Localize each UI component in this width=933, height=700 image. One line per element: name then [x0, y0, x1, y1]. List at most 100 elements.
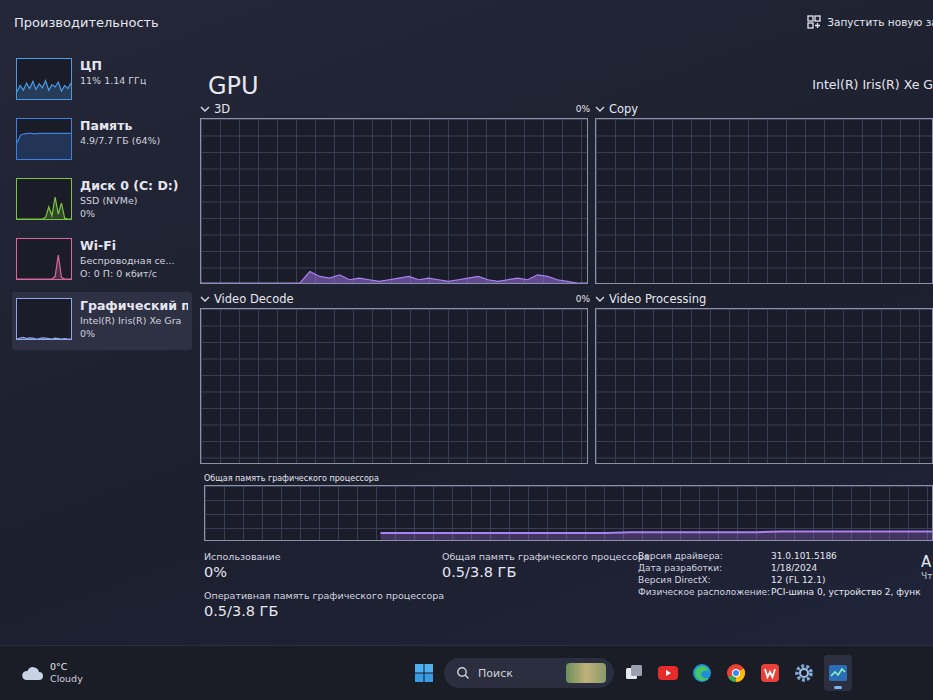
- chart-area: [380, 531, 932, 540]
- active-indicator: [834, 686, 842, 689]
- chart-area: [201, 272, 587, 283]
- detail-key: Физическое расположение:: [638, 587, 768, 597]
- task-manager-window: Производительность Запустить новую зад Ц…: [0, 0, 933, 700]
- sidebar-item-detail: 0%: [80, 208, 179, 219]
- sidebar-item[interactable]: Память 4.9/7.7 ГБ (64%): [12, 112, 192, 170]
- task-view-icon: [623, 662, 645, 684]
- thumbnail-chart: [16, 178, 72, 220]
- sidebar-item-detail: SSD (NVMe): [80, 195, 179, 206]
- stat-value: 0.5/3.8 ГБ: [442, 564, 638, 580]
- thumbnail-chart: [16, 298, 72, 340]
- engine-graph: Copy: [595, 100, 933, 284]
- taskbar-app[interactable]: [620, 655, 648, 691]
- detail-key: Дата разработки:: [638, 563, 768, 573]
- sidebar-item-detail: 0%: [80, 328, 188, 339]
- cut-off-label: А: [921, 553, 933, 571]
- engine-value: 0%: [576, 104, 590, 114]
- sidebar-item-title: Графический пр: [80, 298, 188, 313]
- title-bar: Производительность Запустить новую зад: [0, 0, 933, 44]
- thumbnail-line: [17, 81, 71, 92]
- thumbnail-line: [17, 197, 71, 219]
- thumbnail-area: [17, 133, 71, 159]
- engine-name[interactable]: 3D: [214, 102, 230, 116]
- chevron-down-icon[interactable]: [200, 105, 210, 113]
- detail-value: PCI-шина 0, устройство 2, функция(: [771, 587, 921, 597]
- detail-value: 31.0.101.5186: [771, 551, 921, 561]
- run-new-task-button[interactable]: Запустить новую зад: [807, 15, 933, 29]
- search-box[interactable]: Поиск: [444, 658, 614, 688]
- engine-graph: 3D 0%: [200, 100, 588, 284]
- stat-label: Оперативная память графического процессо…: [204, 590, 442, 601]
- shared-memory-graph: Общая память графического процессора: [204, 474, 933, 541]
- chevron-down-icon[interactable]: [595, 295, 605, 303]
- cloud-icon: [20, 664, 44, 682]
- chevron-down-icon[interactable]: [595, 105, 605, 113]
- thumbnail-line: [17, 255, 71, 279]
- thumbnail-area: [17, 197, 71, 219]
- sidebar-item[interactable]: Графический пр Intel(R) Iris(R) Xe Gra 0%: [12, 292, 192, 350]
- taskbar-app[interactable]: [722, 655, 750, 691]
- sidebar-item[interactable]: Диск 0 (C: D:) SSD (NVMe) 0%: [12, 172, 192, 230]
- stat-value: 0%: [204, 564, 442, 580]
- sidebar-item-detail: О: 0 П: 0 кбит/с: [80, 268, 175, 279]
- sidebar-item-detail: Intel(R) Iris(R) Xe Gra: [80, 315, 188, 326]
- sidebar: ЦП 11% 1.14 ГГц Память 4.9/7.7 ГБ (64%) …: [0, 44, 192, 645]
- thumbnail-chart: [16, 58, 72, 100]
- run-new-task-label: Запустить новую зад: [827, 16, 933, 28]
- engine-chart: [200, 118, 588, 284]
- engine-chart: [595, 308, 933, 464]
- taskbar-app[interactable]: [410, 655, 438, 691]
- chevron-down-icon[interactable]: [200, 295, 210, 303]
- gpu-title: GPU: [208, 72, 259, 100]
- chrome-icon: [725, 662, 747, 684]
- new-task-icon: [807, 15, 821, 29]
- chart-line: [380, 531, 932, 532]
- taskbar-app[interactable]: [654, 655, 682, 691]
- thumbnail-area: [17, 337, 71, 339]
- engine-value: 0%: [576, 294, 590, 304]
- taskbar-app[interactable]: [756, 655, 784, 691]
- engine-name[interactable]: Copy: [609, 102, 638, 116]
- sidebar-item-title: Wi-Fi: [80, 238, 175, 253]
- weather-temperature: 0°C: [50, 661, 83, 673]
- engine-name[interactable]: Video Processing: [609, 292, 706, 306]
- page-title: Производительность: [14, 15, 159, 30]
- thumbnail-line: [17, 337, 71, 339]
- settings-gear-icon: [793, 662, 815, 684]
- detail-value: 1/18/2024: [771, 563, 921, 573]
- stat-value: 0.5/3.8 ГБ: [204, 603, 442, 619]
- detail-key: Версия драйвера:: [638, 551, 768, 561]
- cut-off-label: Чт: [921, 571, 933, 581]
- device-name: Intel(R) Iris(R) Xe G: [812, 77, 933, 92]
- weather-widget[interactable]: 0°C Cloudy: [20, 661, 410, 686]
- sidebar-item[interactable]: Wi-Fi Беспроводная се... О: 0 П: 0 кбит/с: [12, 232, 192, 290]
- sidebar-item-title: ЦП: [80, 58, 146, 73]
- task-manager-icon: [827, 662, 849, 684]
- engine-chart: [200, 308, 588, 464]
- sidebar-item[interactable]: ЦП 11% 1.14 ГГц: [12, 52, 192, 110]
- taskbar-app[interactable]: [824, 655, 852, 691]
- wps-office-icon: [759, 662, 781, 684]
- sidebar-item-title: Диск 0 (C: D:): [80, 178, 179, 193]
- details-table: Версия драйвера: 31.0.101.5186Дата разра…: [638, 551, 921, 619]
- search-highlight-icon: [566, 663, 606, 683]
- chart-line: [201, 272, 587, 283]
- taskbar-app[interactable]: [688, 655, 716, 691]
- shared-memory-chart: [204, 485, 933, 541]
- thumbnail-chart: [16, 118, 72, 160]
- engine-name[interactable]: Video Decode: [214, 292, 294, 306]
- sidebar-item-title: Память: [80, 118, 160, 133]
- taskbar-app[interactable]: [790, 655, 818, 691]
- windows-start-icon: [413, 662, 435, 684]
- thumbnail-area: [17, 81, 71, 99]
- detail-key: Версия DirectX:: [638, 575, 768, 585]
- thumbnail-chart: [16, 238, 72, 280]
- taskbar: 0°C Cloudy Поиск: [0, 645, 933, 700]
- sidebar-item-detail: 11% 1.14 ГГц: [80, 75, 146, 86]
- stats: Использование 0% Оперативная память граф…: [204, 551, 933, 619]
- search-placeholder: Поиск: [478, 667, 558, 680]
- sidebar-item-detail: Беспроводная се...: [80, 255, 175, 266]
- engine-graph: Video Decode 0%: [200, 290, 588, 464]
- edge-browser-icon: [691, 662, 713, 684]
- youtube-icon: [656, 662, 680, 684]
